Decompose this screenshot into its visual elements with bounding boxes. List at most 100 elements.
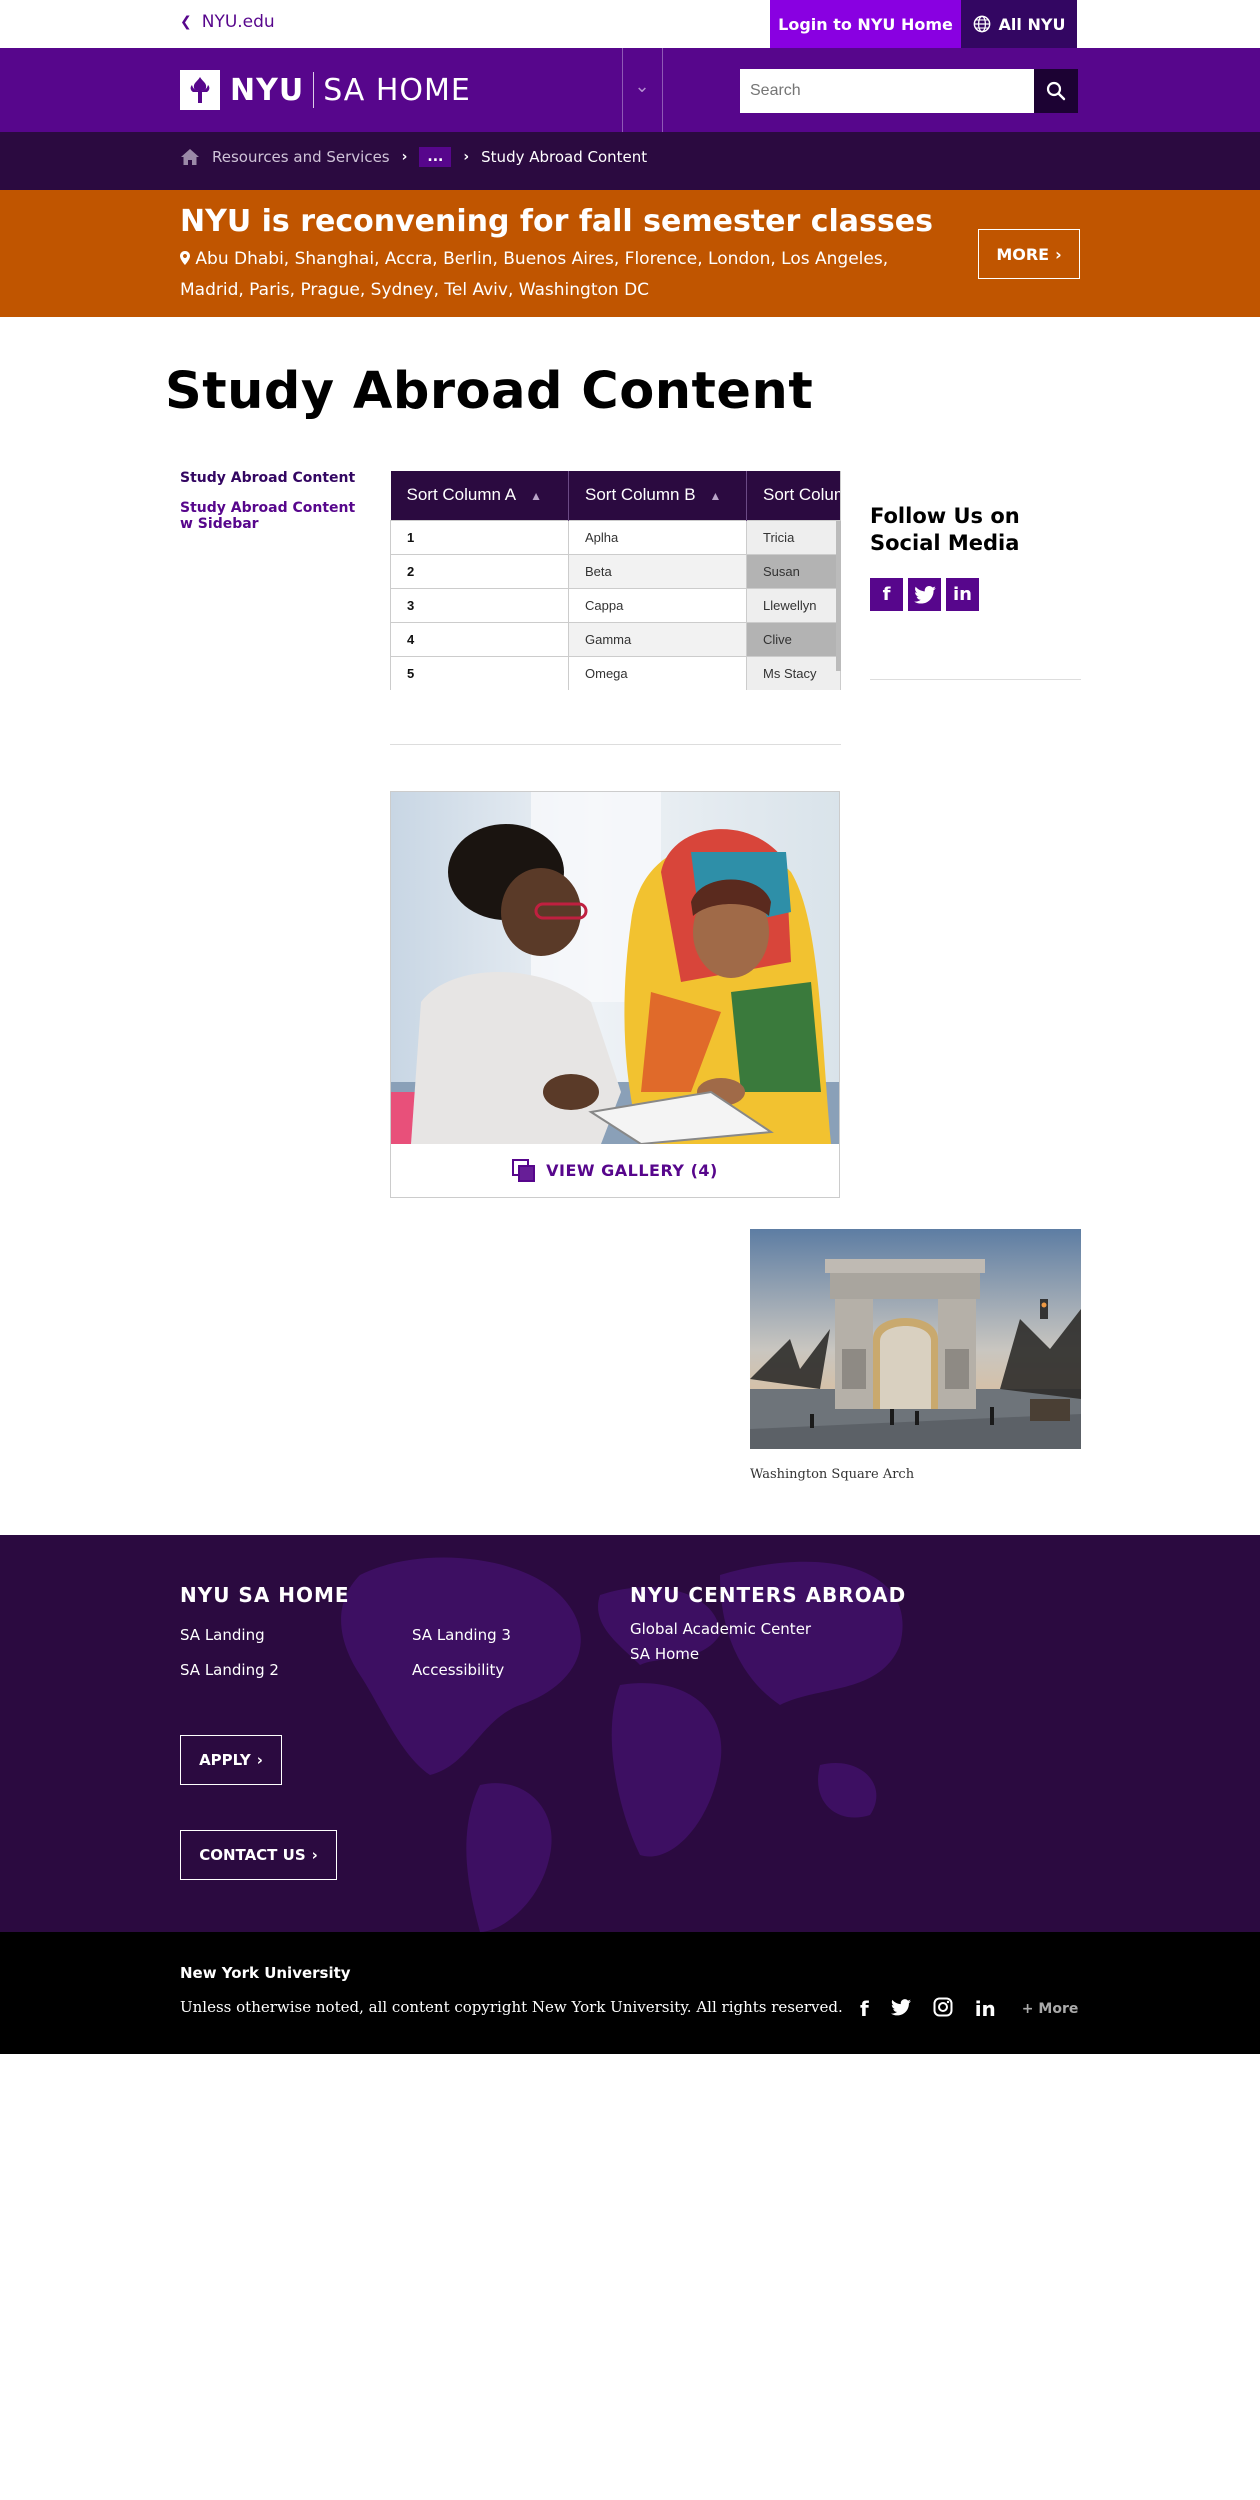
table-cell: Cappa [568, 587, 747, 623]
table-cell: 5 [390, 655, 569, 690]
home-icon[interactable] [180, 148, 200, 166]
table-row: 4 Gamma Clive [390, 621, 840, 657]
footer-link-sa-landing[interactable]: SA Landing [180, 1626, 265, 1644]
nyu-edu-link[interactable]: ❮ NYU.edu [180, 12, 275, 32]
table-cell: 4 [390, 621, 569, 657]
globe-icon [973, 15, 990, 33]
sort-column-a-header[interactable]: Sort Column A ▲︎ [390, 471, 569, 520]
bottom-bar [0, 1932, 1260, 2054]
sort-icon: ▲︎ [709, 489, 722, 504]
all-nyu-label: All NYU [998, 14, 1066, 34]
left-nav: Study Abroad Content Study Abroad Conten… [180, 470, 360, 532]
table-cell: 3 [390, 587, 569, 623]
table-cell: Clive [746, 621, 840, 657]
alert-more-button[interactable]: MORE › [978, 229, 1080, 279]
gallery-stack-icon [512, 1158, 536, 1182]
chevron-left-icon: ❮ [180, 14, 192, 30]
follow-us-title: Follow Us on Social Media [870, 504, 1020, 555]
twitter-icon[interactable] [908, 578, 941, 611]
contact-us-button[interactable]: CONTACT US › [180, 1830, 337, 1880]
alert-locations: Abu Dhabi, Shanghai, Accra, Berlin, Buen… [180, 244, 920, 306]
left-nav-item-study-abroad-sidebar[interactable]: Study Abroad Content w Sidebar [180, 500, 360, 532]
breadcrumb-item-current: Study Abroad Content [481, 148, 648, 166]
sort-column-b-header[interactable]: Sort Column B ▲︎ [568, 471, 747, 520]
breadcrumb-expand-button[interactable]: ... [419, 147, 452, 167]
table-cell: 2 [390, 553, 569, 589]
left-nav-item-study-abroad-content[interactable]: Study Abroad Content [180, 470, 360, 486]
bottom-social-links: f in + More [860, 1997, 1078, 2021]
arch-caption: Washington Square Arch [750, 1467, 915, 1482]
table-cell: 1 [390, 519, 569, 555]
table-cell: Ms Stacy [746, 655, 840, 690]
table-cell: Omega [568, 655, 747, 690]
column-a-label: Sort Column A [406, 485, 517, 505]
footer-title-sa-home: NYU SA HOME [180, 1583, 350, 1607]
table-row: 2 Beta Susan [390, 553, 840, 589]
table-scrollbar[interactable] [836, 521, 841, 671]
chevron-right-icon: › [311, 1846, 318, 1864]
menu-toggle-chevron-down-icon[interactable]: ⌄ [630, 76, 654, 97]
logo-nyu-text: NYU [230, 72, 305, 108]
social-links: f in [870, 578, 979, 611]
table-cell: Susan [746, 553, 840, 589]
column-c-label: Sort Column C [763, 485, 840, 505]
alert-locations-text: Abu Dhabi, Shanghai, Accra, Berlin, Buen… [180, 249, 889, 300]
search-input[interactable] [740, 69, 1034, 113]
chevron-right-icon: › [401, 149, 408, 165]
chevron-right-icon: › [256, 1751, 263, 1769]
table-cell: Gamma [568, 621, 747, 657]
apply-button[interactable]: APPLY › [180, 1735, 282, 1785]
table-cell: Llewellyn [746, 587, 840, 623]
bottom-university-name: New York University [180, 1964, 351, 1982]
linkedin-icon[interactable]: in [975, 1997, 996, 2021]
logo-site-name: SA HOME [323, 72, 471, 108]
washington-square-arch-photo[interactable] [750, 1229, 1081, 1449]
footer-link-sa-landing-3[interactable]: SA Landing 3 [412, 1626, 511, 1644]
view-gallery-button[interactable]: VIEW GALLERY (4) [391, 1144, 839, 1197]
map-pin-icon [180, 251, 190, 265]
copyright-text: Unless otherwise noted, all content copy… [180, 1998, 843, 2016]
chevron-right-icon: › [1055, 244, 1062, 264]
alert-more-label: MORE [996, 244, 1050, 264]
breadcrumb: Resources and Services › ... › Study Abr… [180, 147, 647, 167]
alert-title: NYU is reconvening for fall semester cla… [180, 204, 933, 239]
table-row: 1 Aplha Tricia [390, 519, 840, 555]
login-nyu-home-button[interactable]: Login to NYU Home [770, 0, 961, 48]
content-divider [390, 744, 841, 745]
facebook-icon[interactable]: f [860, 1997, 869, 2021]
sort-column-c-header[interactable]: Sort Column C [746, 471, 840, 520]
table-cell: Tricia [746, 519, 840, 555]
contact-us-label: CONTACT US [199, 1846, 306, 1864]
twitter-icon[interactable] [890, 1998, 911, 2020]
apply-label: APPLY [199, 1751, 251, 1769]
more-social-link[interactable]: + More [1022, 2001, 1079, 2017]
table-header-row: Sort Column A ▲︎ Sort Column B ▲︎ Sort Col… [390, 471, 840, 520]
footer-link-global-academic-center[interactable]: Global Academic Center [630, 1620, 811, 1638]
instagram-icon[interactable] [933, 1997, 953, 2021]
page-title: Study Abroad Content [165, 362, 814, 421]
all-nyu-button[interactable]: All NYU [961, 0, 1077, 48]
gallery-photo-students[interactable] [391, 792, 839, 1144]
footer-link-accessibility[interactable]: Accessibility [412, 1661, 504, 1679]
column-b-label: Sort Column B [585, 485, 696, 505]
footer-link-sa-landing-2[interactable]: SA Landing 2 [180, 1661, 279, 1679]
sortable-table: Sort Column A ▲︎ Sort Column B ▲︎ Sort Col… [390, 471, 841, 690]
sort-icon: ▲︎ [530, 489, 542, 504]
site-logo[interactable]: NYU SA HOME [180, 70, 471, 110]
search-button[interactable] [1034, 69, 1078, 113]
nyu-torch-icon [180, 70, 220, 110]
menu-divider [622, 48, 623, 132]
footer-link-sa-home[interactable]: SA Home [630, 1645, 699, 1663]
nyu-edu-label: NYU.edu [201, 12, 275, 32]
table-cell: Aplha [568, 519, 747, 555]
logo-separator [313, 72, 315, 108]
footer-title-centers-abroad: NYU CENTERS ABROAD [630, 1583, 907, 1607]
table-row: 5 Omega Ms Stacy [390, 655, 840, 690]
linkedin-icon[interactable]: in [946, 578, 979, 611]
table-cell: Beta [568, 553, 747, 589]
search-icon [1046, 81, 1066, 101]
breadcrumb-item-resources[interactable]: Resources and Services [212, 148, 390, 166]
menu-divider [662, 48, 663, 132]
facebook-icon[interactable]: f [870, 578, 903, 611]
sidebar-divider [870, 679, 1081, 680]
